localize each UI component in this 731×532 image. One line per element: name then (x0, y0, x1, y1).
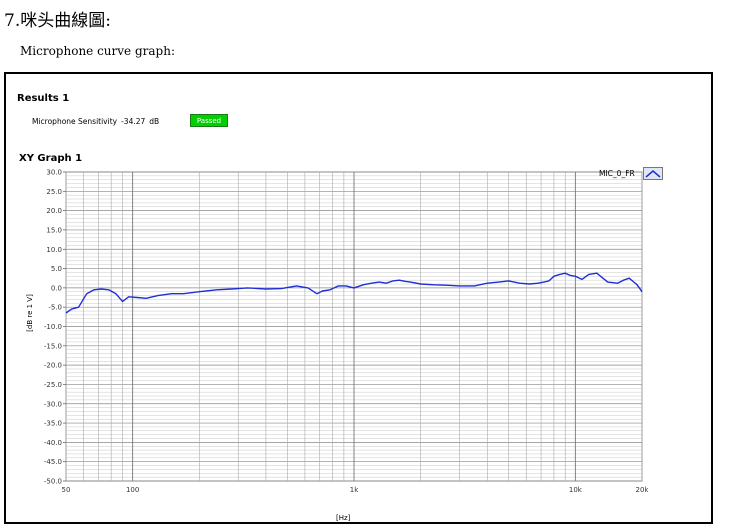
x-tick-label: 100 (126, 486, 139, 494)
x-axis-label: [Hz] (336, 514, 351, 522)
y-tick-label: 0.0 (51, 284, 62, 292)
y-tick-label: 5.0 (51, 265, 62, 273)
x-tick-label: 10k (569, 486, 583, 494)
legend-label: MIC_0_FR (599, 169, 635, 178)
y-tick-label: -45.0 (44, 458, 62, 466)
y-tick-label: -25.0 (44, 381, 62, 389)
x-tick-label: 1k (350, 486, 359, 494)
y-tick-label: -20.0 (44, 362, 62, 370)
y-tick-label: 30.0 (46, 169, 62, 177)
y-tick-label: 20.0 (46, 207, 62, 215)
section-heading: 7.咪头曲線圖: (4, 11, 111, 31)
legend[interactable]: MIC_0_FR (599, 167, 663, 180)
y-tick-label: 15.0 (46, 226, 62, 234)
report-panel: Results 1 Microphone Sensitivity -34.27 … (4, 72, 713, 524)
section-subheading: Microphone curve graph: (20, 44, 175, 58)
x-tick-label: 50 (62, 486, 71, 494)
y-tick-label: -10.0 (44, 323, 62, 331)
x-tick-label: 20k (636, 486, 650, 494)
y-tick-label: -35.0 (44, 420, 62, 428)
y-axis-label: [dB re 1 V] (26, 294, 34, 332)
line-plot-icon[interactable] (642, 167, 663, 180)
y-tick-label: -50.0 (44, 478, 62, 486)
y-tick-label: 10.0 (46, 246, 62, 254)
y-tick-label: 25.0 (46, 188, 62, 196)
y-tick-label: -40.0 (44, 439, 62, 447)
y-tick-label: -30.0 (44, 400, 62, 408)
y-tick-label: -15.0 (44, 342, 62, 350)
y-tick-label: -5.0 (48, 304, 62, 312)
xy-graph: 30.0 25.0 20.0 15.0 10.0 5.0 0.0 -5.0 -10.0 -15.0… (44, 169, 650, 495)
